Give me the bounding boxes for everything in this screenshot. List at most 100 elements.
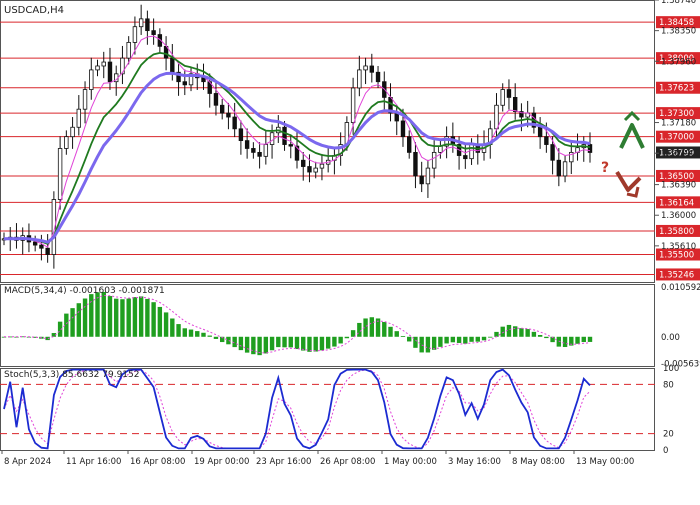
macd-bar xyxy=(388,326,393,337)
candle-body xyxy=(213,93,219,106)
macd-bar xyxy=(519,328,524,337)
candle-body xyxy=(145,18,150,32)
candle-body xyxy=(407,136,412,153)
macd-bar xyxy=(400,336,406,337)
macd-bar xyxy=(562,336,568,348)
time-tick-label: 26 Apr 08:00 xyxy=(320,457,375,467)
macd-bar xyxy=(163,312,169,337)
candle-body xyxy=(307,166,312,173)
candle-body xyxy=(57,148,63,200)
time-tick-label: 3 May 16:00 xyxy=(448,457,501,467)
candle-body xyxy=(350,87,356,123)
macd-bar xyxy=(301,336,306,351)
stoch-tick-label: 100 xyxy=(663,364,679,374)
macd-bar xyxy=(70,308,75,337)
question-mark-icon: ? xyxy=(601,160,609,176)
candle-body xyxy=(82,89,88,110)
candle-body xyxy=(45,247,50,255)
macd-bar xyxy=(525,329,530,337)
candle-body xyxy=(512,97,518,112)
candle-body xyxy=(39,244,44,249)
candle-body xyxy=(232,116,237,130)
macd-bar xyxy=(481,336,487,341)
candle-body xyxy=(413,151,418,177)
level-label: 1.35246 xyxy=(659,270,694,280)
macd-bar xyxy=(444,336,449,344)
macd-bar xyxy=(170,318,175,337)
macd-bar xyxy=(394,331,399,337)
macd-bar xyxy=(151,302,156,337)
macd-bar xyxy=(126,298,131,337)
macd-label: MACD(5,34,4) -0.001603 -0.001871 xyxy=(4,286,165,296)
candle-body xyxy=(369,65,375,73)
candle-body xyxy=(556,159,562,177)
time-tick-label: 13 May 00:00 xyxy=(576,457,634,467)
macd-bar xyxy=(107,296,113,337)
price-tick-label: 1.38740 xyxy=(661,0,696,6)
candle-body xyxy=(89,69,94,90)
panel-frame xyxy=(0,368,655,451)
macd-bar xyxy=(176,324,181,337)
macd-bar xyxy=(114,298,119,337)
price-tick-label: 1.36000 xyxy=(661,211,696,221)
candle-body xyxy=(375,71,381,83)
macd-bar xyxy=(475,336,480,342)
candle-body xyxy=(544,136,549,145)
macd-bar xyxy=(188,329,194,337)
macd-bar xyxy=(587,336,593,342)
price-tick-label: 1.37960 xyxy=(661,57,696,67)
price-tick-label: 1.36790 xyxy=(661,149,696,159)
level-label: 1.36164 xyxy=(659,198,694,208)
macd-tick-label: 0.010592 xyxy=(661,283,700,293)
candle-body xyxy=(226,112,231,118)
macd-bar xyxy=(120,299,125,337)
candle-body xyxy=(238,128,244,142)
time-tick-label: 8 Apr 2024 xyxy=(4,457,51,467)
macd-bar xyxy=(145,298,150,337)
candle-body xyxy=(288,144,293,147)
macd-bar xyxy=(319,336,325,351)
macd-bar xyxy=(288,336,293,348)
macd-bar xyxy=(244,336,250,353)
candle-body xyxy=(506,89,512,98)
candle-body xyxy=(70,126,75,138)
candle-body xyxy=(494,104,499,130)
candle-body xyxy=(400,120,406,138)
macd-bar xyxy=(469,336,474,342)
macd-bar xyxy=(138,296,144,337)
time-tick-label: 8 May 08:00 xyxy=(512,457,565,467)
macd-bar xyxy=(276,336,281,348)
stoch-tick-label: 20 xyxy=(663,430,674,440)
macd-bar xyxy=(282,336,287,348)
macd-bar xyxy=(382,321,387,337)
candle-body xyxy=(251,148,256,153)
macd-bar xyxy=(350,330,356,337)
candle-body xyxy=(263,144,269,157)
candle-body xyxy=(425,167,431,185)
macd-bar xyxy=(494,331,499,337)
macd-bar xyxy=(182,328,187,337)
macd-bar xyxy=(431,336,437,350)
macd-bar xyxy=(531,331,537,337)
candle-body xyxy=(170,57,175,73)
candle-body xyxy=(76,108,82,128)
time-tick-label: 11 Apr 16:00 xyxy=(66,457,121,467)
candle-body xyxy=(431,151,437,169)
level-label: 1.37623 xyxy=(659,84,694,94)
candle-body xyxy=(357,69,362,89)
candle-body xyxy=(107,61,113,83)
candle-body xyxy=(319,163,325,169)
macd-bar xyxy=(238,336,244,351)
macd-bar xyxy=(463,336,468,344)
time-tick-label: 19 Apr 00:00 xyxy=(194,457,249,467)
level-label: 1.35800 xyxy=(659,227,694,237)
candle-body xyxy=(132,26,138,43)
macd-bar xyxy=(82,298,88,337)
macd-bar xyxy=(195,331,200,337)
candle-body xyxy=(201,77,206,83)
stoch-tick-label: 80 xyxy=(663,380,674,390)
time-tick-label: 23 Apr 16:00 xyxy=(256,457,311,467)
candle-body xyxy=(95,65,100,71)
candle-body xyxy=(182,81,187,86)
macd-bar xyxy=(263,336,269,354)
